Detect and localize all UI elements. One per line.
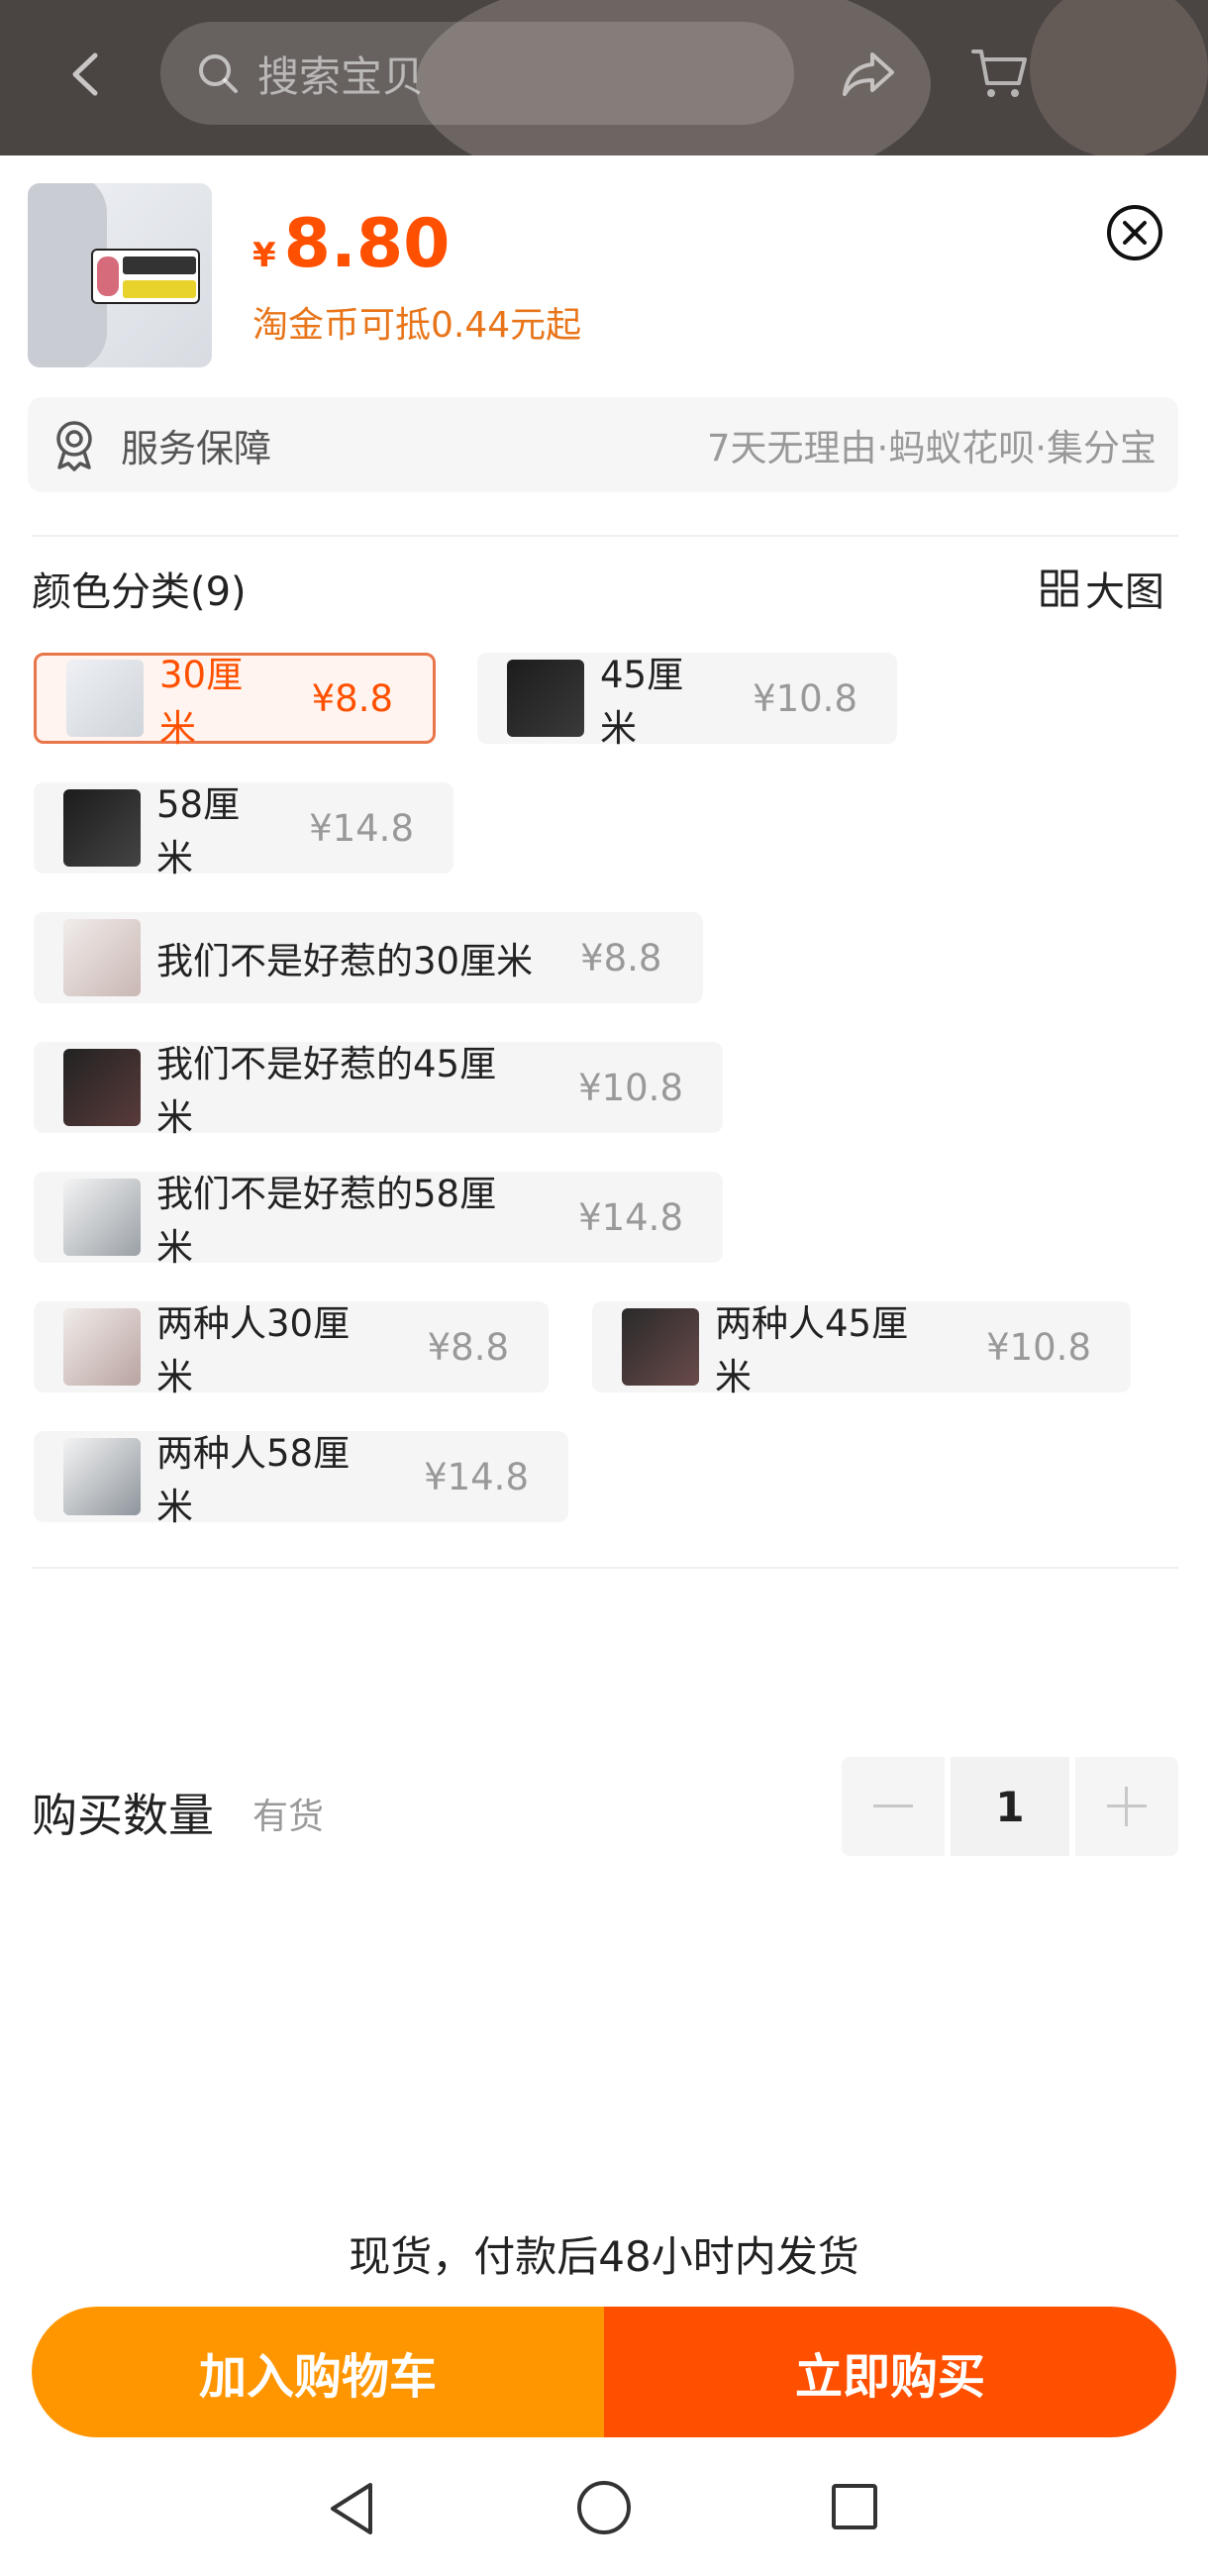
background-header: 搜索宝贝 3 (0, 0, 1208, 155)
nav-home-icon[interactable] (577, 2481, 631, 2534)
big-image-label: 大图 (1085, 569, 1164, 615)
quantity-value[interactable]: 1 (951, 1757, 1069, 1856)
option-thumbnail (63, 1049, 141, 1126)
thumbnail-sticker-highlight (123, 280, 196, 298)
product-price: ¥ 8.80 (252, 205, 450, 283)
decrease-button[interactable] (842, 1757, 945, 1856)
search-icon (199, 54, 238, 93)
quantity-label: 购买数量 (32, 1789, 214, 1842)
option-not-to-mess-30cm[interactable]: 我们不是好惹的30厘米 ¥8.8 (34, 912, 703, 1003)
option-price: ¥10.8 (986, 1325, 1091, 1369)
sku-sheet: ¥ 8.80 淘金币可抵0.44元起 服务保障 7天无理由·蚂蚁花呗·集分宝 颜… (0, 155, 1208, 2576)
cart-icon (971, 50, 1027, 97)
option-label: 30厘米 (159, 654, 244, 750)
option-price: ¥14.8 (424, 1455, 529, 1498)
option-price: ¥14.8 (309, 806, 414, 850)
option-thumbnail (507, 660, 584, 737)
back-button[interactable] (54, 45, 114, 104)
sku-selector-page: 搜索宝贝 3 ¥ 8.80 淘金币可抵0.44元起 (0, 0, 1208, 2576)
service-value: 7天无理由·蚂蚁花呗·集分宝 (706, 427, 1157, 469)
option-label: 我们不是好惹的45厘米 (156, 1043, 497, 1139)
nav-back-icon[interactable] (327, 2481, 376, 2536)
option-label: 我们不是好惹的58厘米 (156, 1173, 497, 1269)
badge-ribbon-icon (56, 421, 92, 471)
coin-discount-tip: 淘金币可抵0.44元起 (252, 305, 582, 346)
search-placeholder: 搜索宝贝 (257, 52, 425, 101)
share-icon (843, 52, 894, 96)
grid-view-icon (1041, 569, 1078, 607)
nav-recent-apps-icon[interactable] (832, 2484, 877, 2529)
option-thumbnail (63, 1179, 141, 1256)
price-value: 8.80 (283, 205, 451, 283)
product-thumbnail[interactable] (28, 183, 212, 367)
option-label: 我们不是好惹的30厘米 (156, 940, 534, 982)
shipping-note: 现货，付款后48小时内发货 (349, 2232, 859, 2281)
option-price: ¥10.8 (578, 1066, 683, 1109)
system-navigation-bar (0, 2446, 1208, 2576)
option-price: ¥8.8 (311, 676, 393, 720)
option-thumbnail (63, 919, 141, 996)
minus-icon (873, 1804, 913, 1807)
add-to-cart-button[interactable]: 加入购物车 (32, 2307, 604, 2437)
option-price: ¥8.8 (580, 936, 662, 979)
cart-button[interactable] (965, 42, 1033, 105)
divider (32, 535, 1178, 537)
option-thumbnail (622, 1308, 699, 1386)
option-price: ¥14.8 (578, 1195, 683, 1239)
option-price: ¥8.8 (427, 1325, 509, 1369)
color-category-title: 颜色分类(9) (32, 569, 247, 615)
option-two-kinds-45cm[interactable]: 两种人45厘米 ¥10.8 (592, 1301, 1131, 1398)
option-58cm[interactable]: 58厘米 ¥14.8 (34, 782, 453, 879)
chevron-left-icon (72, 52, 98, 96)
thumbnail-sticker-face (97, 257, 119, 296)
option-label: 两种人58厘米 (156, 1432, 351, 1528)
increase-button[interactable] (1075, 1757, 1178, 1856)
option-not-to-mess-45cm[interactable]: 我们不是好惹的45厘米 ¥10.8 (34, 1042, 723, 1139)
option-thumbnail (66, 660, 144, 737)
option-thumbnail (63, 1308, 141, 1386)
plus-icon (1107, 1787, 1147, 1826)
buy-now-button[interactable]: 立即购买 (604, 2307, 1176, 2437)
option-label: 两种人30厘米 (156, 1302, 351, 1398)
option-30cm[interactable]: 30厘米 ¥8.8 (34, 653, 436, 750)
option-45cm[interactable]: 45厘米 ¥10.8 (477, 653, 897, 750)
option-price: ¥10.8 (753, 676, 857, 720)
option-label: 两种人45厘米 (715, 1302, 909, 1398)
close-button[interactable] (1107, 205, 1162, 260)
option-label: 58厘米 (156, 783, 241, 879)
search-input[interactable]: 搜索宝贝 (160, 22, 794, 125)
option-thumbnail (63, 1438, 141, 1515)
option-two-kinds-30cm[interactable]: 两种人30厘米 ¥8.8 (34, 1301, 549, 1398)
divider (32, 1567, 1178, 1569)
service-guarantee-row[interactable]: 服务保障 7天无理由·蚂蚁花呗·集分宝 (28, 397, 1178, 492)
big-image-toggle[interactable]: 大图 (1040, 560, 1164, 617)
thumbnail-sticker-text (123, 257, 196, 274)
option-not-to-mess-58cm[interactable]: 我们不是好惹的58厘米 ¥14.8 (34, 1172, 723, 1269)
quantity-stepper: 1 (842, 1757, 1178, 1856)
option-two-kinds-58cm[interactable]: 两种人58厘米 ¥14.8 (34, 1431, 568, 1528)
more-button[interactable]: 3 (1089, 22, 1178, 111)
thumbnail-sticker (91, 249, 200, 304)
option-label: 45厘米 (600, 654, 684, 750)
stock-status: 有货 (252, 1797, 325, 1837)
close-icon (1123, 221, 1147, 245)
option-thumbnail (63, 789, 141, 867)
service-label: 服务保障 (121, 426, 272, 470)
currency-symbol: ¥ (252, 236, 276, 275)
share-button[interactable] (837, 42, 900, 105)
